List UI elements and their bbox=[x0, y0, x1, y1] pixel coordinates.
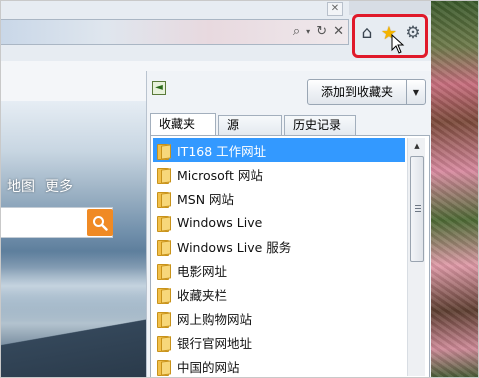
favorites-list-container: IT168 工作网址 Microsoft 网站 MSN 网站 Windows Live… bbox=[150, 135, 430, 377]
favorites-center-panel: ◄ 添加到收藏夹 ▼ 收藏夹 源 历史记录 IT168 工作网址 Microsof… bbox=[146, 71, 431, 377]
favorites-folder-label: Microsoft 网站 bbox=[177, 167, 263, 183]
favorites-folder-item[interactable]: 银行官网地址 bbox=[153, 330, 405, 354]
favorites-folder-label: Windows Live 服务 bbox=[177, 239, 292, 255]
add-to-favorites-button[interactable]: 添加到收藏夹 ▼ bbox=[307, 79, 426, 105]
window-title-area bbox=[349, 1, 431, 15]
favorites-folder-label: Windows Live bbox=[177, 214, 263, 230]
close-icon[interactable]: ✕ bbox=[333, 24, 344, 39]
favorites-folder-item[interactable]: Microsoft 网站 bbox=[153, 162, 405, 186]
favorites-folder-label: 收藏夹栏 bbox=[177, 287, 228, 303]
scroll-up-icon[interactable]: ▲ bbox=[408, 138, 426, 154]
search-icon[interactable]: ⌕ bbox=[293, 24, 300, 39]
favorites-folder-item[interactable]: Windows Live 服务 bbox=[153, 234, 405, 258]
favorites-folder-item[interactable]: 电影网址 bbox=[153, 258, 405, 282]
tab-favorites[interactable]: 收藏夹 bbox=[150, 113, 216, 135]
site-search-button[interactable] bbox=[87, 209, 113, 236]
favorites-folder-label: IT168 工作网址 bbox=[177, 143, 267, 159]
add-to-favorites-label: 添加到收藏夹 bbox=[308, 80, 407, 104]
address-bar-controls: ⌕ ▾ ↻ ✕ bbox=[293, 24, 344, 39]
folder-icon bbox=[157, 311, 171, 328]
favorites-tabs: 收藏夹 源 历史记录 bbox=[150, 113, 358, 135]
scrollbar-thumb[interactable] bbox=[410, 156, 424, 262]
favorites-folder-item[interactable]: Windows Live bbox=[153, 210, 405, 234]
favorites-folder-label: 银行官网地址 bbox=[177, 335, 253, 351]
folder-icon bbox=[157, 335, 171, 352]
favorites-folder-item[interactable]: 收藏夹栏 bbox=[153, 282, 405, 306]
browser-window: ⌕ ▾ ↻ ✕ ✕ ⌂ ★ ⚙ 地图 更多 ◄ 添加到收藏夹 ▼ 收藏夹 源 历… bbox=[0, 0, 479, 378]
desktop-background-photo bbox=[431, 1, 478, 377]
folder-icon bbox=[157, 215, 171, 232]
folder-icon bbox=[157, 143, 171, 160]
folder-icon bbox=[157, 263, 171, 280]
chevron-down-icon[interactable]: ▼ bbox=[407, 80, 425, 104]
folder-icon bbox=[157, 239, 171, 256]
scrollbar-grip-icon bbox=[415, 205, 421, 213]
site-link-more[interactable]: 更多 bbox=[45, 176, 73, 196]
favorites-folder-label: 中国的网站 bbox=[177, 359, 240, 375]
tab-close-button[interactable]: ✕ bbox=[327, 2, 343, 16]
address-bar[interactable]: ⌕ ▾ ↻ ✕ bbox=[1, 19, 349, 45]
mouse-cursor-icon bbox=[391, 34, 405, 54]
magnifier-icon bbox=[93, 215, 108, 231]
favorites-folder-item[interactable]: 中国的网站 bbox=[153, 354, 405, 377]
tab-history[interactable]: 历史记录 bbox=[284, 115, 356, 135]
site-background-image bbox=[1, 101, 146, 377]
site-link-map[interactable]: 地图 bbox=[7, 176, 35, 196]
folder-icon bbox=[157, 167, 171, 184]
dropdown-arrow-icon[interactable]: ▾ bbox=[306, 27, 310, 36]
favorites-folder-item[interactable]: IT168 工作网址 bbox=[153, 138, 405, 162]
tab-feeds[interactable]: 源 bbox=[218, 115, 282, 135]
folder-icon bbox=[157, 287, 171, 304]
folder-icon bbox=[157, 359, 171, 376]
favorites-folder-label: 网上购物网站 bbox=[177, 311, 253, 327]
pin-panel-icon[interactable]: ◄ bbox=[152, 81, 166, 95]
browser-toolbar: ⌕ ▾ ↻ ✕ ✕ ⌂ ★ ⚙ bbox=[1, 1, 431, 61]
favorites-folder-label: 电影网址 bbox=[177, 263, 228, 279]
favorites-list: IT168 工作网址 Microsoft 网站 MSN 网站 Windows Live… bbox=[153, 138, 405, 377]
favorites-folder-item[interactable]: 网上购物网站 bbox=[153, 306, 405, 330]
folder-icon bbox=[157, 191, 171, 208]
highlight-annotation-box bbox=[352, 14, 428, 58]
favorites-folder-label: MSN 网站 bbox=[177, 191, 235, 207]
favorites-folder-item[interactable]: MSN 网站 bbox=[153, 186, 405, 210]
refresh-icon[interactable]: ↻ bbox=[316, 24, 327, 39]
favorites-scrollbar[interactable]: ▲ bbox=[407, 138, 425, 376]
site-nav-links: 地图 更多 bbox=[7, 176, 73, 196]
